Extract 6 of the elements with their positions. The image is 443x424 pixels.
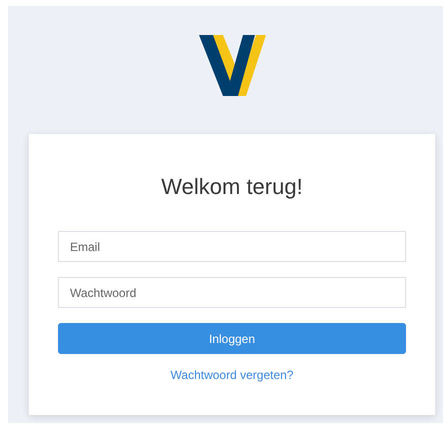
card-title: Welkom terug! — [161, 173, 303, 201]
logo-icon — [198, 35, 266, 97]
input-field[interactable]: Wachtwoord — [58, 277, 406, 308]
forgot-password-link[interactable]: Wachtwoord vergeten? — [170, 366, 294, 384]
input-field[interactable]: Email — [58, 231, 406, 262]
login-button[interactable]: Inloggen — [58, 323, 406, 354]
